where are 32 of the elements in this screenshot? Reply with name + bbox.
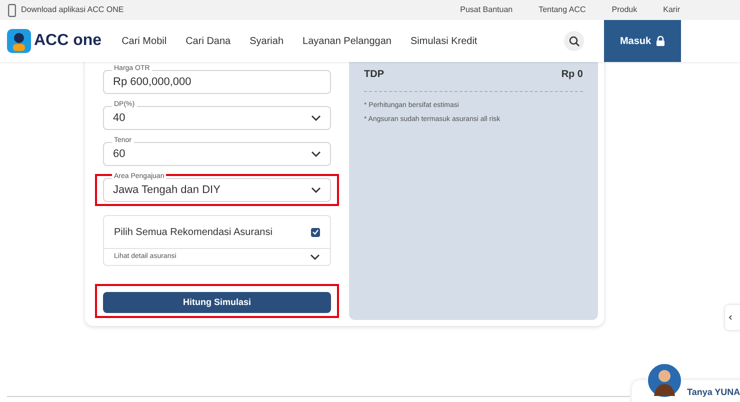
field-value: 40 [113,110,126,126]
chevron-down-icon [311,187,321,193]
top-link[interactable]: Pusat Bantuan [460,4,513,16]
login-button[interactable]: Masuk [604,20,681,62]
avatar-icon [647,363,682,398]
top-link[interactable]: Produk [612,4,638,16]
lock-icon [656,36,666,46]
summary-label: TDP [364,68,384,82]
nav-item[interactable]: Cari Mobil [122,34,167,48]
logo-icon [7,29,31,53]
search-button[interactable] [564,31,584,51]
chevron-down-icon [311,115,321,121]
chevron-down-icon [311,151,321,157]
field-value: Rp 600,000,000 [113,74,192,90]
chevron-down-icon [310,254,320,260]
search-icon [568,36,580,46]
download-app-link[interactable]: Download aplikasi ACC ONE [21,4,124,16]
logo-text: ACC one [34,31,102,51]
top-link[interactable]: Tentang ACC [538,4,586,16]
nav-item[interactable]: Syariah [250,34,284,48]
phone-icon [8,4,16,16]
summary-value: Rp 0 [561,68,583,82]
top-link[interactable]: Karir [663,4,680,16]
field-value: Jawa Tengah dan DIY [113,182,220,198]
calculate-button[interactable]: Hitung Simulasi [103,292,331,314]
field-value: 60 [113,146,126,162]
chevron-left-icon [729,315,732,320]
nav-item[interactable]: Simulasi Kredit [410,34,478,48]
nav-item[interactable]: Cari Dana [186,34,231,48]
insurance-label: Pilih Semua Rekomendasi Asuransi [114,226,272,240]
checkbox[interactable] [311,228,320,236]
nav-item[interactable]: Layanan Pelanggan [302,34,392,48]
